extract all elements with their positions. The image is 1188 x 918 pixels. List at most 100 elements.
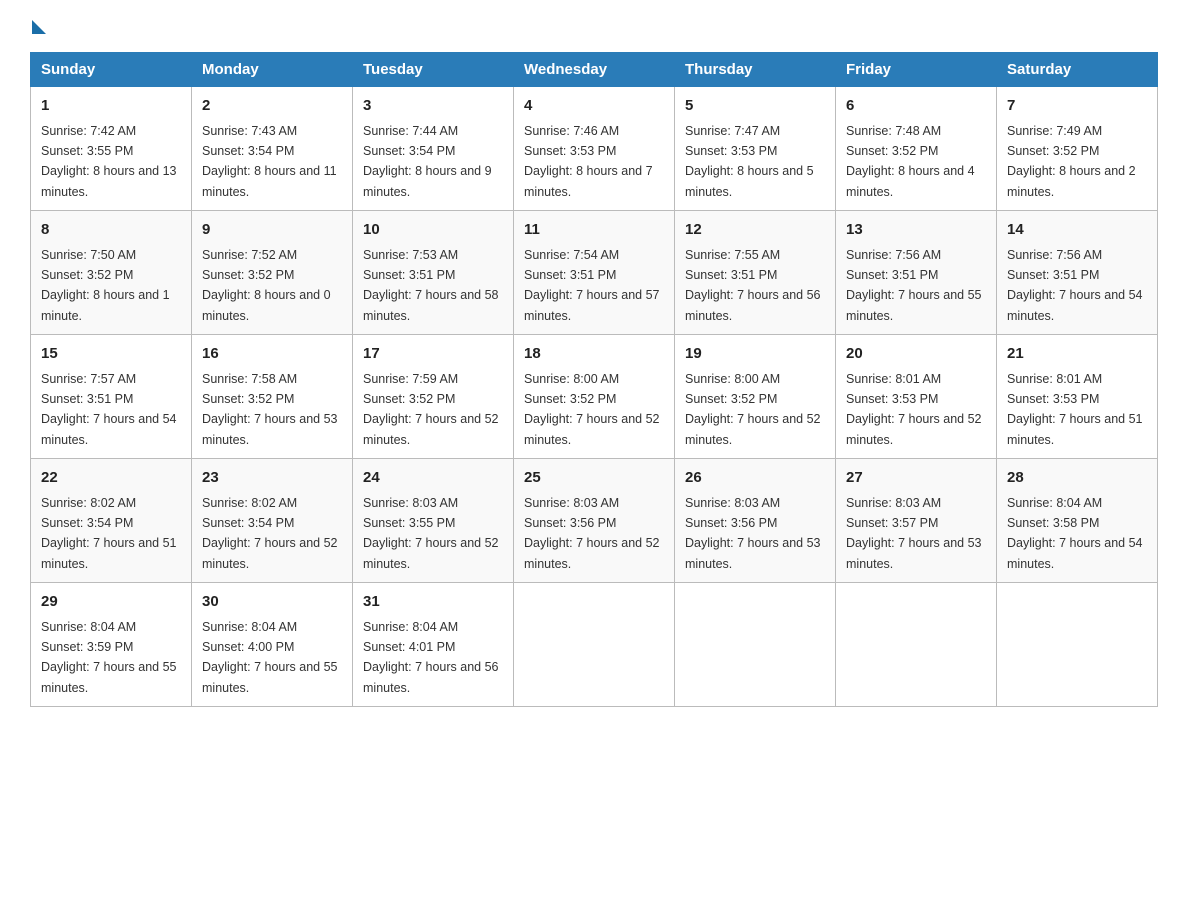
- day-number: 31: [363, 591, 503, 614]
- day-number: 30: [202, 591, 342, 614]
- day-number: 27: [846, 467, 986, 490]
- day-info: Sunrise: 8:02 AMSunset: 3:54 PMDaylight:…: [202, 496, 338, 571]
- calendar-cell: 24 Sunrise: 8:03 AMSunset: 3:55 PMDayligh…: [353, 459, 514, 583]
- day-number: 14: [1007, 219, 1147, 242]
- calendar-cell: [514, 583, 675, 707]
- day-info: Sunrise: 7:50 AMSunset: 3:52 PMDaylight:…: [41, 248, 170, 323]
- day-number: 4: [524, 95, 664, 118]
- day-number: 20: [846, 343, 986, 366]
- logo: [30, 20, 48, 34]
- calendar-cell: 7 Sunrise: 7:49 AMSunset: 3:52 PMDaylight…: [997, 87, 1158, 211]
- calendar-cell: 30 Sunrise: 8:04 AMSunset: 4:00 PMDayligh…: [192, 583, 353, 707]
- weekday-header-saturday: Saturday: [997, 53, 1158, 87]
- weekday-header-friday: Friday: [836, 53, 997, 87]
- calendar-cell: 8 Sunrise: 7:50 AMSunset: 3:52 PMDaylight…: [31, 211, 192, 335]
- day-info: Sunrise: 8:00 AMSunset: 3:52 PMDaylight:…: [524, 372, 660, 447]
- day-info: Sunrise: 8:03 AMSunset: 3:57 PMDaylight:…: [846, 496, 982, 571]
- day-number: 21: [1007, 343, 1147, 366]
- week-row-2: 8 Sunrise: 7:50 AMSunset: 3:52 PMDaylight…: [31, 211, 1158, 335]
- calendar-cell: 29Sunrise: 8:04 AMSunset: 3:59 PMDayligh…: [31, 583, 192, 707]
- day-number: 26: [685, 467, 825, 490]
- day-number: 11: [524, 219, 664, 242]
- day-info: Sunrise: 7:54 AMSunset: 3:51 PMDaylight:…: [524, 248, 660, 323]
- day-info: Sunrise: 7:47 AMSunset: 3:53 PMDaylight:…: [685, 124, 814, 199]
- day-number: 5: [685, 95, 825, 118]
- calendar-cell: 22Sunrise: 8:02 AMSunset: 3:54 PMDayligh…: [31, 459, 192, 583]
- calendar-cell: 11 Sunrise: 7:54 AMSunset: 3:51 PMDayligh…: [514, 211, 675, 335]
- day-number: 9: [202, 219, 342, 242]
- day-number: 7: [1007, 95, 1147, 118]
- calendar-cell: 6 Sunrise: 7:48 AMSunset: 3:52 PMDaylight…: [836, 87, 997, 211]
- day-number: 18: [524, 343, 664, 366]
- calendar-cell: 17 Sunrise: 7:59 AMSunset: 3:52 PMDayligh…: [353, 335, 514, 459]
- day-number: 3: [363, 95, 503, 118]
- calendar-cell: 28Sunrise: 8:04 AMSunset: 3:58 PMDayligh…: [997, 459, 1158, 583]
- day-info: Sunrise: 8:04 AMSunset: 4:00 PMDaylight:…: [202, 620, 338, 695]
- day-info: Sunrise: 8:04 AMSunset: 3:58 PMDaylight:…: [1007, 496, 1143, 571]
- day-number: 25: [524, 467, 664, 490]
- day-number: 16: [202, 343, 342, 366]
- day-info: Sunrise: 7:55 AMSunset: 3:51 PMDaylight:…: [685, 248, 821, 323]
- calendar-cell: 19 Sunrise: 8:00 AMSunset: 3:52 PMDayligh…: [675, 335, 836, 459]
- calendar-cell: [836, 583, 997, 707]
- calendar-cell: 25Sunrise: 8:03 AMSunset: 3:56 PMDayligh…: [514, 459, 675, 583]
- day-info: Sunrise: 7:56 AMSunset: 3:51 PMDaylight:…: [1007, 248, 1143, 323]
- calendar-cell: 10Sunrise: 7:53 AMSunset: 3:51 PMDayligh…: [353, 211, 514, 335]
- day-info: Sunrise: 7:48 AMSunset: 3:52 PMDaylight:…: [846, 124, 975, 199]
- calendar-cell: 4 Sunrise: 7:46 AMSunset: 3:53 PMDaylight…: [514, 87, 675, 211]
- weekday-header-monday: Monday: [192, 53, 353, 87]
- day-info: Sunrise: 7:57 AMSunset: 3:51 PMDaylight:…: [41, 372, 177, 447]
- calendar-cell: 18 Sunrise: 8:00 AMSunset: 3:52 PMDayligh…: [514, 335, 675, 459]
- calendar-cell: [675, 583, 836, 707]
- day-info: Sunrise: 8:03 AMSunset: 3:56 PMDaylight:…: [685, 496, 821, 571]
- calendar-cell: 13 Sunrise: 7:56 AMSunset: 3:51 PMDayligh…: [836, 211, 997, 335]
- day-info: Sunrise: 7:46 AMSunset: 3:53 PMDaylight:…: [524, 124, 653, 199]
- calendar-cell: [997, 583, 1158, 707]
- day-number: 15: [41, 343, 181, 366]
- day-number: 8: [41, 219, 181, 242]
- week-row-5: 29Sunrise: 8:04 AMSunset: 3:59 PMDayligh…: [31, 583, 1158, 707]
- day-number: 2: [202, 95, 342, 118]
- day-info: Sunrise: 7:52 AMSunset: 3:52 PMDaylight:…: [202, 248, 331, 323]
- day-number: 10: [363, 219, 503, 242]
- weekday-header-sunday: Sunday: [31, 53, 192, 87]
- day-info: Sunrise: 7:58 AMSunset: 3:52 PMDaylight:…: [202, 372, 338, 447]
- day-info: Sunrise: 8:04 AMSunset: 4:01 PMDaylight:…: [363, 620, 499, 695]
- weekday-header-thursday: Thursday: [675, 53, 836, 87]
- day-info: Sunrise: 7:49 AMSunset: 3:52 PMDaylight:…: [1007, 124, 1136, 199]
- day-number: 13: [846, 219, 986, 242]
- day-number: 12: [685, 219, 825, 242]
- calendar-cell: 3Sunrise: 7:44 AMSunset: 3:54 PMDaylight…: [353, 87, 514, 211]
- calendar-cell: 23 Sunrise: 8:02 AMSunset: 3:54 PMDayligh…: [192, 459, 353, 583]
- day-number: 17: [363, 343, 503, 366]
- week-row-4: 22Sunrise: 8:02 AMSunset: 3:54 PMDayligh…: [31, 459, 1158, 583]
- day-number: 24: [363, 467, 503, 490]
- calendar-cell: 21Sunrise: 8:01 AMSunset: 3:53 PMDayligh…: [997, 335, 1158, 459]
- day-info: Sunrise: 7:56 AMSunset: 3:51 PMDaylight:…: [846, 248, 982, 323]
- day-number: 29: [41, 591, 181, 614]
- calendar-cell: 2Sunrise: 7:43 AMSunset: 3:54 PMDaylight…: [192, 87, 353, 211]
- day-info: Sunrise: 8:03 AMSunset: 3:55 PMDaylight:…: [363, 496, 499, 571]
- day-info: Sunrise: 7:42 AMSunset: 3:55 PMDaylight:…: [41, 124, 177, 199]
- calendar-cell: 12 Sunrise: 7:55 AMSunset: 3:51 PMDayligh…: [675, 211, 836, 335]
- calendar-cell: 20 Sunrise: 8:01 AMSunset: 3:53 PMDayligh…: [836, 335, 997, 459]
- calendar-cell: 15 Sunrise: 7:57 AMSunset: 3:51 PMDayligh…: [31, 335, 192, 459]
- weekday-header-wednesday: Wednesday: [514, 53, 675, 87]
- calendar-cell: 14 Sunrise: 7:56 AMSunset: 3:51 PMDayligh…: [997, 211, 1158, 335]
- page-header: [30, 20, 1158, 34]
- day-number: 23: [202, 467, 342, 490]
- day-info: Sunrise: 7:59 AMSunset: 3:52 PMDaylight:…: [363, 372, 499, 447]
- day-number: 6: [846, 95, 986, 118]
- day-number: 19: [685, 343, 825, 366]
- calendar-cell: 27 Sunrise: 8:03 AMSunset: 3:57 PMDayligh…: [836, 459, 997, 583]
- calendar-cell: 31 Sunrise: 8:04 AMSunset: 4:01 PMDayligh…: [353, 583, 514, 707]
- day-info: Sunrise: 8:00 AMSunset: 3:52 PMDaylight:…: [685, 372, 821, 447]
- logo-text: [30, 20, 48, 34]
- day-info: Sunrise: 8:02 AMSunset: 3:54 PMDaylight:…: [41, 496, 177, 571]
- weekday-header-tuesday: Tuesday: [353, 53, 514, 87]
- weekday-header-row: SundayMondayTuesdayWednesdayThursdayFrid…: [31, 53, 1158, 87]
- week-row-3: 15 Sunrise: 7:57 AMSunset: 3:51 PMDayligh…: [31, 335, 1158, 459]
- day-info: Sunrise: 8:01 AMSunset: 3:53 PMDaylight:…: [846, 372, 982, 447]
- calendar-cell: 5 Sunrise: 7:47 AMSunset: 3:53 PMDaylight…: [675, 87, 836, 211]
- logo-triangle-icon: [32, 20, 46, 34]
